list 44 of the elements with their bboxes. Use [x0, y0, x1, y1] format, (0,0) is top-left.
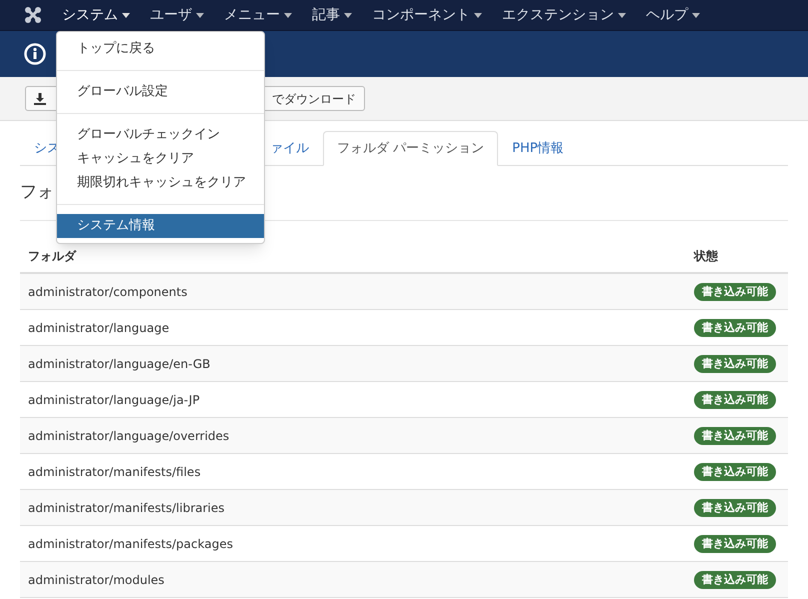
folder-path: administrator/language/overrides	[28, 428, 230, 444]
nav-menu-item[interactable]: システム	[52, 0, 140, 30]
column-header: フォルダ	[28, 248, 78, 264]
nav-menu-item[interactable]: ユーザ	[140, 0, 214, 30]
folder-path: administrator/language/en-GB	[28, 356, 212, 372]
folder-path: administrator/manifests/files	[28, 464, 202, 480]
folder-path: administrator/language	[28, 320, 170, 336]
caret-icon	[474, 12, 482, 18]
status-badge: 書き込み可能	[694, 462, 776, 480]
status-badge: 書き込み可能	[694, 534, 776, 552]
nav-menu-item[interactable]: ヘルプ	[636, 0, 710, 30]
folder-path: administrator/components	[28, 284, 188, 300]
caret-icon	[344, 12, 352, 18]
nav-menu-item[interactable]: 記事	[302, 0, 362, 30]
info-icon	[24, 43, 46, 65]
tab[interactable]: フォルダ パーミッション	[323, 131, 498, 166]
nav-menu-item[interactable]: コンポーネント	[362, 0, 492, 30]
status-badge: 書き込み可能	[694, 282, 776, 300]
status-badge: 書き込み可能	[694, 354, 776, 372]
caret-icon	[122, 12, 130, 18]
dropdown-item[interactable]: システム情報	[57, 214, 264, 238]
logo-icon	[24, 6, 42, 24]
status-badge: 書き込み可能	[694, 426, 776, 444]
caret-icon	[618, 12, 626, 18]
caret-icon	[196, 12, 204, 18]
status-badge: 書き込み可能	[694, 498, 776, 516]
folder-path: administrator/language/ja-JP	[28, 392, 201, 408]
folder-path: administrator/manifests/packages	[28, 536, 234, 552]
caret-icon	[284, 12, 292, 18]
dropdown-item[interactable]: 期限切れキャッシュをクリア	[57, 171, 264, 195]
status-badge: 書き込み可能	[694, 570, 776, 588]
download-icon	[34, 92, 46, 104]
column-header: 状態	[694, 248, 718, 264]
dropdown-item[interactable]: グローバル設定	[57, 80, 264, 104]
section-heading: フォ	[20, 181, 54, 204]
tab[interactable]: PHP情報	[498, 131, 578, 166]
nav-menu-item[interactable]: メニュー	[214, 0, 302, 30]
folder-path: administrator/modules	[28, 572, 166, 588]
dropdown-item[interactable]: トップに戻る	[57, 37, 264, 61]
status-badge: 書き込み可能	[694, 390, 776, 408]
nav-menu-item[interactable]: エクステンション	[492, 0, 636, 30]
status-badge: 書き込み可能	[694, 318, 776, 336]
folder-path: administrator/manifests/libraries	[28, 500, 226, 516]
caret-icon	[692, 12, 700, 18]
